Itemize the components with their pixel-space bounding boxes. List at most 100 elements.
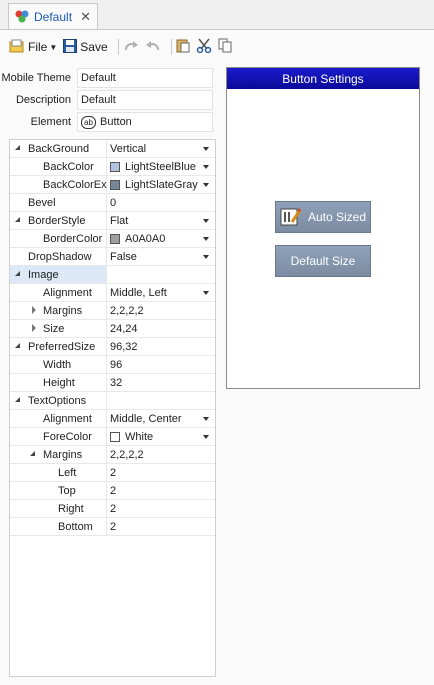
prop-row-textoptions[interactable]: TextOptions: [10, 392, 215, 410]
cut-button[interactable]: [196, 38, 212, 56]
prop-row-bordercolor[interactable]: BorderColor A0A0A0: [10, 230, 215, 248]
tab-strip: Default ✕: [0, 0, 434, 30]
redo-button[interactable]: [123, 39, 139, 56]
expand-icon[interactable]: [30, 324, 38, 333]
prop-value-dropdown[interactable]: Middle, Center: [107, 410, 215, 427]
collapse-icon[interactable]: [15, 217, 23, 225]
prop-value: A0A0A0: [125, 232, 166, 245]
prop-value-field[interactable]: 0: [107, 194, 215, 211]
prop-value-field[interactable]: 2: [107, 500, 215, 517]
mobile-theme-field[interactable]: Default: [77, 68, 213, 88]
tab-title: Default: [34, 10, 73, 24]
prop-value: Vertical: [110, 142, 147, 155]
prop-row-margin-right[interactable]: Right 2: [10, 500, 215, 518]
prop-name: Alignment: [43, 412, 92, 425]
collapse-icon[interactable]: [30, 451, 38, 459]
element-row: Element ab Button: [0, 112, 213, 132]
prop-row-preferredsize[interactable]: PreferredSize 96,32: [10, 338, 215, 356]
prop-name: Image: [28, 268, 59, 281]
undo-button[interactable]: [145, 39, 161, 56]
prop-name: Right: [58, 502, 84, 515]
prop-row-margin-top[interactable]: Top 2: [10, 482, 215, 500]
prop-value-field[interactable]: 2,2,2,2: [107, 446, 215, 463]
prop-value: Flat: [110, 214, 129, 227]
prop-value-dropdown[interactable]: LightSlateGray: [107, 176, 215, 193]
prop-value: 32: [110, 376, 123, 389]
prop-row-text-alignment[interactable]: Alignment Middle, Center: [10, 410, 215, 428]
prop-name: Width: [43, 358, 72, 371]
prop-value-field[interactable]: 96: [107, 356, 215, 373]
prop-value-field[interactable]: 2,2,2,2: [107, 302, 215, 319]
prop-value-field[interactable]: 32: [107, 374, 215, 391]
prop-value-field[interactable]: 24,24: [107, 320, 215, 337]
collapse-icon[interactable]: [15, 145, 23, 153]
prop-row-backcolor[interactable]: BackColor LightSteelBlue: [10, 158, 215, 176]
prop-value-field[interactable]: 96,32: [107, 338, 215, 355]
copy-button[interactable]: [218, 38, 232, 56]
prop-value-dropdown[interactable]: White: [107, 428, 215, 445]
button-preview-panel: Button Settings Auto Sized Default Size: [226, 67, 420, 389]
prop-value-dropdown[interactable]: Middle, Left: [107, 284, 215, 301]
color-swatch: [110, 161, 120, 172]
prop-name: BackColor: [43, 160, 94, 173]
prop-row-dropshadow[interactable]: DropShadow False: [10, 248, 215, 266]
element-value: Button: [100, 116, 132, 128]
prop-row-forecolor[interactable]: ForeColor White: [10, 428, 215, 446]
prop-row-bevel[interactable]: Bevel 0: [10, 194, 215, 212]
prop-row-text-margins[interactable]: Margins 2,2,2,2: [10, 446, 215, 464]
file-label: File: [28, 40, 48, 54]
paste-button[interactable]: [176, 38, 190, 56]
prop-row-margin-left[interactable]: Left 2: [10, 464, 215, 482]
description-row: Description Default: [0, 90, 213, 110]
file-menu-button[interactable]: File ▼: [9, 39, 57, 56]
prop-value: 24,24: [110, 322, 138, 335]
auto-sized-button[interactable]: Auto Sized: [275, 201, 371, 233]
prop-value-dropdown[interactable]: LightSteelBlue: [107, 158, 215, 175]
prop-value: 2: [110, 466, 117, 479]
prop-name: BackGround: [28, 142, 90, 155]
description-field[interactable]: Default: [77, 90, 213, 110]
prop-row-background[interactable]: BackGround Vertical: [10, 140, 215, 158]
prop-value-dropdown[interactable]: Vertical: [107, 140, 215, 157]
prop-row-backcolorex[interactable]: BackColorEx LightSlateGray: [10, 176, 215, 194]
prop-row-image[interactable]: Image: [10, 266, 215, 284]
prop-row-height[interactable]: Height 32: [10, 374, 215, 392]
color-swatch: [110, 431, 120, 442]
prop-row-image-margins[interactable]: Margins 2,2,2,2: [10, 302, 215, 320]
prop-value-field[interactable]: [107, 392, 215, 409]
expand-icon[interactable]: [30, 306, 38, 315]
prop-value: 2: [110, 484, 117, 497]
save-label: Save: [80, 40, 108, 54]
close-icon[interactable]: ✕: [80, 9, 91, 25]
prop-value-field[interactable]: 2: [107, 464, 215, 481]
prop-value-dropdown[interactable]: A0A0A0: [107, 230, 215, 247]
button-element-icon: ab: [81, 115, 96, 129]
prop-name: Height: [43, 376, 75, 389]
property-grid: BackGround Vertical BackColor LightSteel…: [9, 139, 216, 677]
default-size-label: Default Size: [290, 254, 356, 268]
default-size-button[interactable]: Default Size: [275, 245, 371, 277]
prop-row-image-size[interactable]: Size 24,24: [10, 320, 215, 338]
prop-name: Bevel: [28, 196, 56, 209]
prop-row-borderstyle[interactable]: BorderStyle Flat: [10, 212, 215, 230]
collapse-icon[interactable]: [15, 343, 23, 351]
prop-row-margin-bottom[interactable]: Bottom 2: [10, 518, 215, 536]
prop-value: False: [110, 250, 137, 263]
prop-value: 2: [110, 520, 117, 533]
prop-value-field[interactable]: [107, 266, 215, 283]
prop-name: DropShadow: [28, 250, 92, 263]
collapse-icon[interactable]: [15, 397, 23, 405]
element-field[interactable]: ab Button: [77, 112, 213, 132]
save-button[interactable]: Save: [63, 38, 108, 56]
prop-value-dropdown[interactable]: Flat: [107, 212, 215, 229]
prop-value-field[interactable]: 2: [107, 518, 215, 535]
paste-icon: [176, 38, 190, 56]
collapse-icon[interactable]: [15, 271, 23, 279]
prop-row-width[interactable]: Width 96: [10, 356, 215, 374]
mobile-theme-row: Mobile Theme Default: [0, 68, 213, 88]
prop-name: BorderColor: [43, 232, 103, 245]
prop-value-field[interactable]: 2: [107, 482, 215, 499]
tab-default[interactable]: Default ✕: [8, 3, 98, 30]
prop-value-dropdown[interactable]: False: [107, 248, 215, 265]
prop-row-image-alignment[interactable]: Alignment Middle, Left: [10, 284, 215, 302]
